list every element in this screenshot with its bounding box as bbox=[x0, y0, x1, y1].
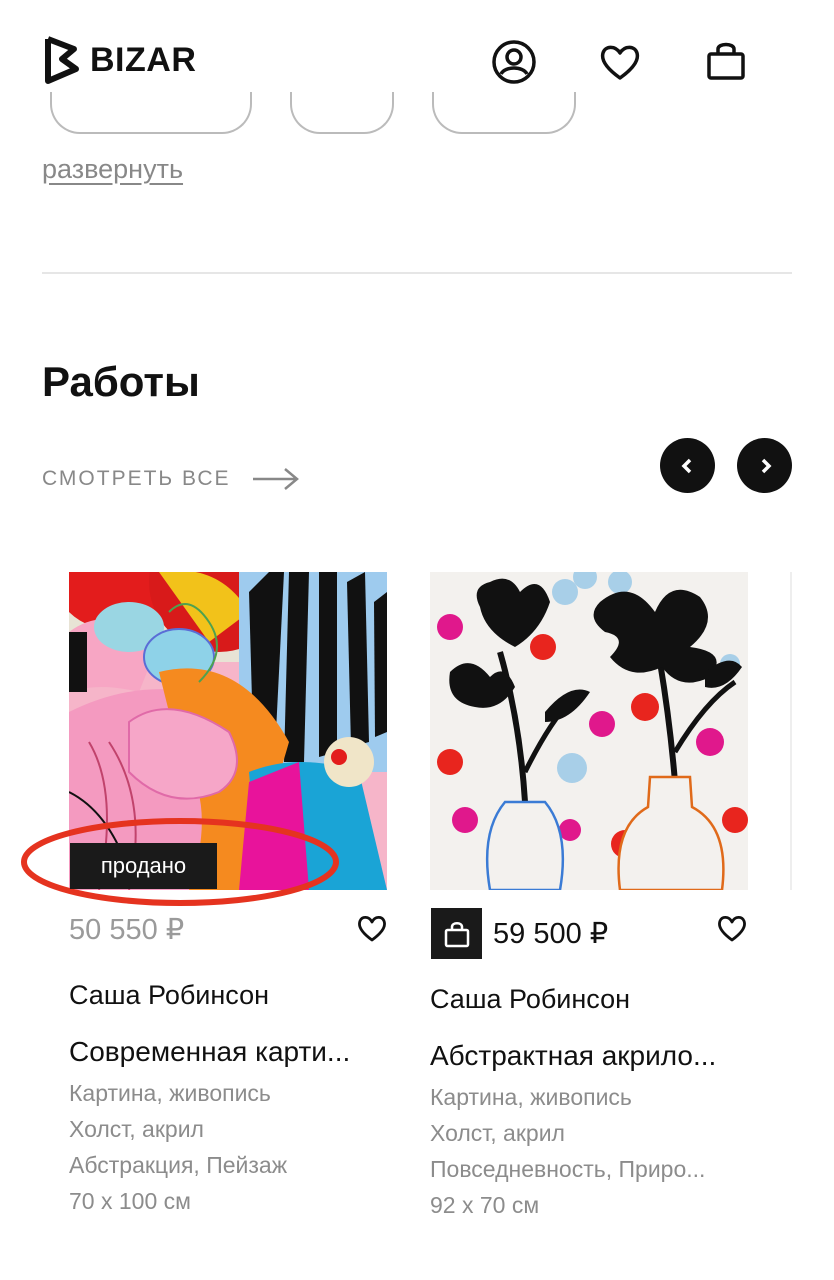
filter-chip[interactable] bbox=[290, 92, 394, 134]
artwork-title[interactable]: Абстрактная акрило... bbox=[430, 1040, 748, 1072]
artwork-image[interactable] bbox=[430, 572, 748, 890]
chevron-left-icon bbox=[681, 458, 691, 473]
arrow-right-icon bbox=[252, 468, 299, 490]
filter-chip[interactable] bbox=[432, 92, 576, 134]
artwork-genre: Повседневность, Приро... bbox=[430, 1156, 706, 1182]
sold-badge: продано bbox=[70, 843, 217, 889]
brand-name: BIZAR bbox=[90, 40, 197, 79]
carousel-prev-button[interactable] bbox=[660, 438, 715, 493]
logo-icon bbox=[45, 36, 79, 84]
filter-chip[interactable] bbox=[50, 92, 252, 134]
favorite-heart-icon[interactable] bbox=[716, 912, 748, 944]
favorites-heart-icon[interactable] bbox=[598, 40, 646, 88]
artwork-title[interactable]: Современная карти... bbox=[69, 1036, 387, 1068]
artwork-size: 70 x 100 см bbox=[69, 1188, 191, 1214]
see-all-link[interactable]: СМОТРЕТЬ ВСЕ bbox=[42, 466, 301, 492]
artist-name[interactable]: Саша Робинсон bbox=[69, 980, 269, 1011]
artwork-type: Картина, живопись bbox=[430, 1084, 632, 1110]
divider bbox=[42, 272, 792, 274]
artwork-type: Картина, живопись bbox=[69, 1080, 271, 1106]
favorite-heart-icon[interactable] bbox=[356, 912, 388, 944]
artwork-genre: Абстракция, Пейзаж bbox=[69, 1152, 288, 1178]
price: 50 550 ₽ bbox=[69, 914, 185, 946]
brand-logo[interactable]: BIZAR bbox=[42, 34, 196, 86]
chevron-right-icon bbox=[761, 458, 771, 473]
carousel-next-button[interactable] bbox=[737, 438, 792, 493]
price: 59 500 ₽ bbox=[493, 918, 609, 950]
expand-link[interactable]: развернуть bbox=[42, 154, 183, 185]
artwork-medium: Холст, акрил bbox=[430, 1120, 565, 1146]
artwork-size: 92 x 70 см bbox=[430, 1192, 540, 1218]
add-to-cart-button[interactable] bbox=[431, 908, 482, 959]
next-card-edge bbox=[790, 572, 792, 890]
profile-icon[interactable] bbox=[490, 38, 538, 86]
section-title: Работы bbox=[42, 358, 200, 405]
cart-icon bbox=[444, 921, 469, 947]
see-all-label: СМОТРЕТЬ ВСЕ bbox=[42, 467, 231, 490]
artist-name[interactable]: Саша Робинсон bbox=[430, 984, 630, 1015]
cart-icon[interactable] bbox=[704, 38, 752, 86]
artwork-medium: Холст, акрил bbox=[69, 1116, 204, 1142]
